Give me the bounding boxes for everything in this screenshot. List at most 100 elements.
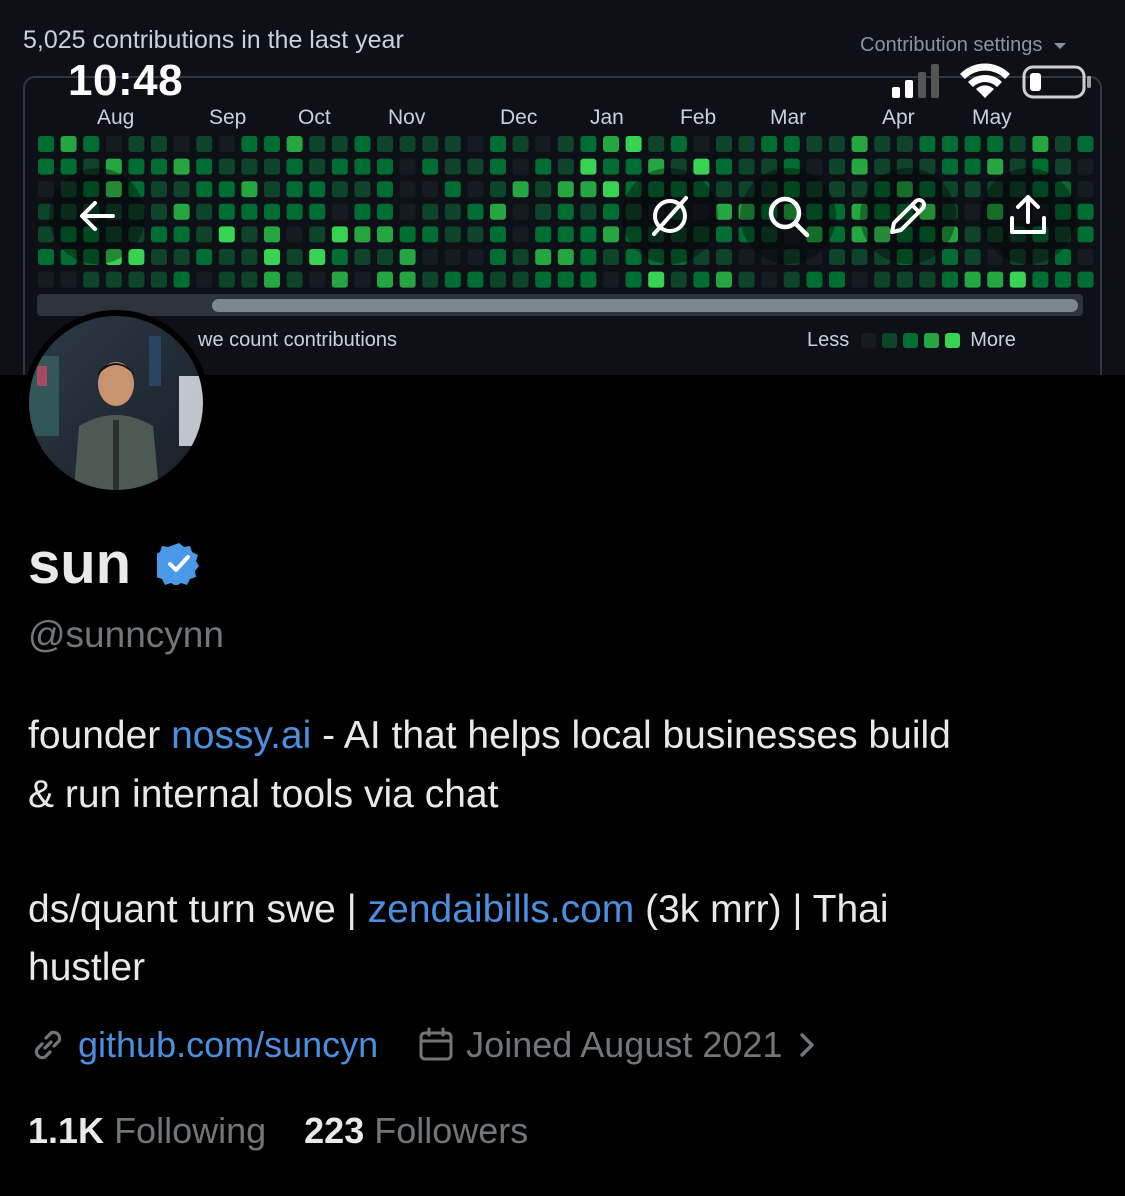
contribution-cell: [173, 158, 190, 175]
contribution-cell: [1055, 271, 1071, 288]
contribution-cell: [603, 136, 619, 152]
contribution-cell: [309, 203, 326, 220]
battery-icon: [1022, 65, 1091, 99]
contribution-cell: [964, 226, 981, 243]
contribution-cell: [806, 136, 823, 152]
following-link[interactable]: 1.1K Following: [28, 1110, 266, 1151]
wifi-icon: [960, 63, 1010, 98]
bio-line: ds/quant turn swe | zendaibills.com (3k …: [28, 881, 889, 939]
joined-date[interactable]: Joined August 2021: [466, 1024, 782, 1066]
bio-line: & run internal tools via chat: [28, 773, 499, 816]
contribution-cell: [987, 136, 1004, 152]
contribution-cell: [83, 136, 100, 152]
contribution-cell: [83, 271, 100, 288]
graph-scrollbar-thumb[interactable]: [212, 299, 1078, 312]
contribution-cell: [38, 271, 54, 288]
contribution-cell: [670, 136, 687, 152]
contribution-cell: [964, 203, 981, 220]
contribution-cell: [942, 136, 958, 152]
followers-count: 223: [304, 1110, 365, 1151]
contribution-cell: [1077, 226, 1094, 243]
search-button[interactable]: [740, 168, 836, 264]
contribution-cell: [264, 271, 280, 288]
contribution-cell: [467, 271, 484, 288]
contribution-cell: [264, 249, 280, 265]
contribution-cell: [557, 181, 574, 198]
contribution-cell: [151, 181, 167, 198]
contribution-cell: [964, 158, 981, 175]
contribution-cell: [535, 136, 552, 152]
contribution-cell: [264, 203, 280, 220]
followers-link[interactable]: 223 Followers: [304, 1110, 528, 1151]
contribution-cell: [331, 181, 348, 198]
contribution-cell: [241, 158, 258, 175]
contribution-cell: [512, 136, 529, 152]
bio-link-zendaibills[interactable]: zendaibills.com: [368, 888, 635, 931]
contribution-cell: [444, 181, 461, 198]
contribution-cell: [467, 249, 484, 265]
contribution-cell: [648, 136, 665, 152]
legend-swatch: [882, 333, 898, 348]
contribution-cell: [331, 203, 348, 220]
grok-button[interactable]: [622, 168, 718, 264]
contribution-cell: [535, 181, 552, 198]
contribution-cell: [829, 136, 845, 152]
contribution-cell: [241, 181, 258, 198]
contribution-cell: [467, 158, 484, 175]
bio-line: founder nossy.ai - AI that helps local b…: [28, 707, 951, 765]
contribution-cell: [987, 158, 1004, 175]
contribution-cell: [919, 136, 936, 152]
edit-button[interactable]: [860, 168, 956, 264]
contribution-cell: [512, 226, 529, 243]
verified-badge-icon[interactable]: [157, 541, 201, 585]
contribution-cell: [512, 158, 529, 175]
contribution-cell: [964, 249, 981, 265]
contribution-cell: [942, 158, 958, 175]
contribution-cell: [331, 158, 348, 175]
contribution-cell: [377, 226, 393, 243]
contribution-cell: [241, 226, 258, 243]
contribution-cell: [218, 158, 235, 175]
contribution-cell: [535, 226, 552, 243]
contribution-cell: [557, 158, 574, 175]
chevron-right-icon[interactable]: [792, 1025, 822, 1065]
contribution-cell: [874, 271, 891, 288]
contribution-cell: [354, 136, 371, 152]
website-link[interactable]: github.com/suncyn: [78, 1024, 378, 1066]
back-button[interactable]: [49, 168, 145, 264]
contribution-cell: [286, 203, 303, 220]
contribution-cell: [738, 249, 755, 265]
share-button[interactable]: [980, 168, 1076, 264]
contribution-cell: [105, 271, 122, 288]
contribution-cell: [625, 136, 642, 152]
contribution-cell: [738, 136, 755, 152]
contribution-cell: [738, 271, 755, 288]
how-we-count-link[interactable]: we count contributions: [198, 329, 397, 352]
contribution-cell: [490, 203, 506, 220]
contribution-cell: [919, 271, 936, 288]
contribution-cell: [490, 158, 506, 175]
bio-link-nossy[interactable]: nossy.ai: [171, 714, 311, 757]
calendar-icon: [419, 1027, 453, 1061]
contribution-cell: [60, 136, 77, 152]
contribution-cell: [603, 249, 619, 265]
contribution-cell: [331, 249, 348, 265]
contribution-cell: [806, 271, 823, 288]
contribution-cell: [512, 271, 529, 288]
contribution-cell: [309, 158, 326, 175]
legend-swatch: [945, 333, 961, 348]
contribution-cell: [896, 271, 913, 288]
contribution-cell: [716, 136, 732, 152]
contribution-cell: [851, 136, 868, 152]
contribution-cell: [422, 158, 439, 175]
contribution-cell: [1077, 203, 1094, 220]
contribution-cell: [444, 249, 461, 265]
contribution-cell: [490, 226, 506, 243]
contribution-cell: [218, 136, 235, 152]
contribution-cell: [738, 158, 755, 175]
contribution-cell: [60, 158, 77, 175]
contribution-cell: [354, 249, 371, 265]
contribution-cell: [128, 249, 145, 265]
avatar[interactable]: [23, 310, 209, 496]
contribution-cell: [422, 271, 439, 288]
